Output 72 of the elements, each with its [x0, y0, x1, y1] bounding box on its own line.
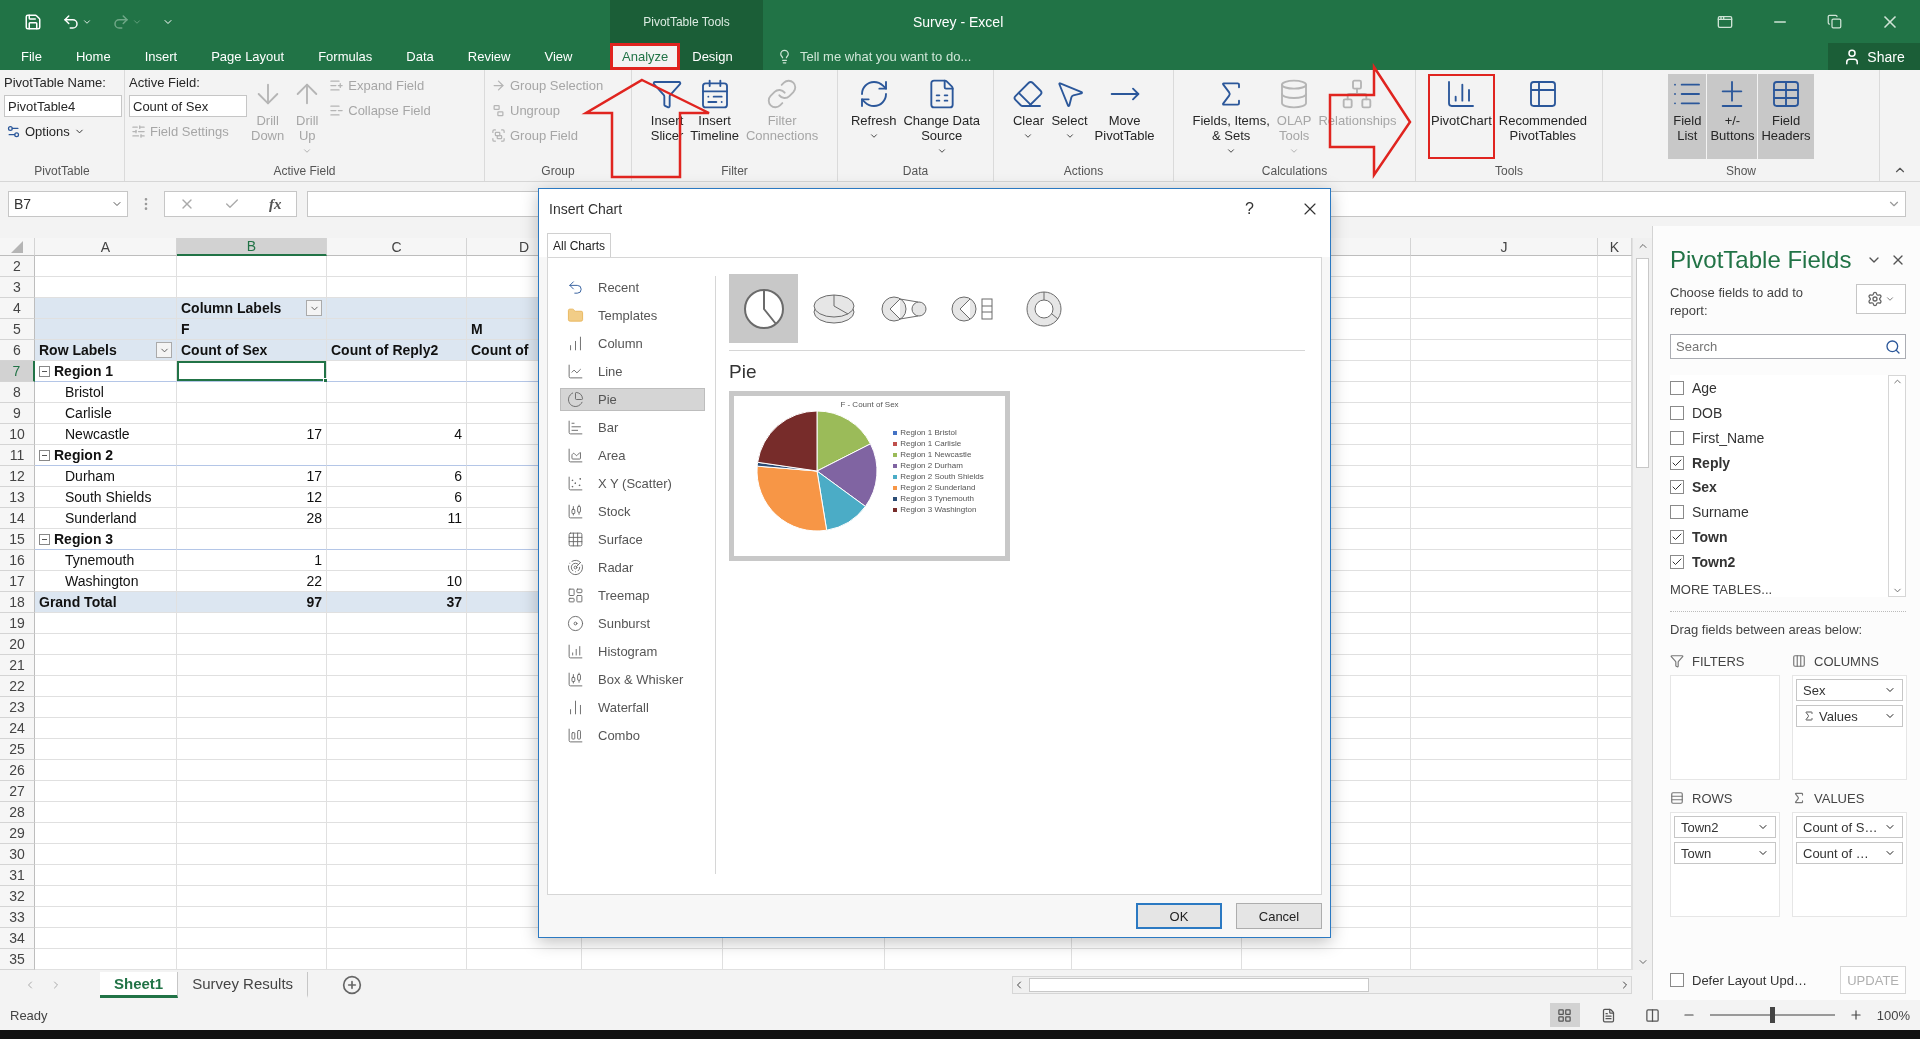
group-label: PivotTable: [33, 163, 91, 180]
table-cell: Newcastle: [35, 424, 177, 445]
table-cell: 97: [177, 592, 327, 613]
table-cell: South Shields: [35, 487, 177, 508]
group-label: Calculations: [1260, 163, 1329, 180]
table-cell: F: [177, 319, 327, 340]
chart-type-heading: Pie: [729, 361, 758, 383]
table-cell: 28: [177, 508, 327, 529]
field-name: Sex: [1692, 479, 1717, 496]
table-cell: Region 1: [35, 361, 177, 382]
table-cell: 12: [177, 487, 327, 508]
group-label: Filter: [720, 163, 749, 180]
field-name: Town: [1692, 528, 1728, 545]
chart-title: F - Count of Sex: [840, 400, 899, 409]
table-cell: Column Labels: [177, 298, 327, 319]
table-cell: 4: [327, 424, 467, 445]
table-cell: 17: [177, 424, 327, 445]
status-text: Ready: [10, 1007, 48, 1023]
drag-hint: Drag fields between areas below:: [1670, 622, 1864, 637]
table-cell: Region 2: [35, 445, 177, 466]
zoom-level: 100%: [1876, 1007, 1910, 1023]
field-name: DOB: [1692, 405, 1723, 422]
table-cell: Count of Sex: [177, 340, 327, 361]
field-label: PivotTable Name:: [4, 74, 107, 92]
legend-label: Region 3 Tynemouth: [900, 494, 974, 503]
legend-label: Region 2 Durham: [900, 461, 963, 470]
table-cell: 11: [327, 508, 467, 529]
group-label: Tools: [1494, 163, 1524, 180]
area-title: FILTERS: [1692, 653, 1745, 669]
table-cell: 6: [327, 466, 467, 487]
table-cell: Grand Total: [35, 592, 177, 613]
table-cell: Washington: [35, 571, 177, 592]
pane-title: PivotTable Fields: [1670, 246, 1852, 274]
group-label: Show: [1725, 163, 1757, 180]
table-cell: 22: [177, 571, 327, 592]
legend-label: Region 1 Newcastle: [900, 450, 972, 459]
group-label: Data: [901, 163, 930, 180]
field-name: Town2: [1692, 553, 1736, 570]
table-cell: Sunderland: [35, 508, 177, 529]
legend-label: Region 2 South Shields: [900, 472, 984, 481]
table-cell: Row Labels: [35, 340, 177, 361]
dialog-title: Insert Chart: [549, 201, 623, 217]
checkbox-label: Defer Layout Upd…: [1692, 972, 1807, 988]
table-cell: Region 3: [35, 529, 177, 550]
legend-label: Region 1 Bristol: [900, 428, 957, 437]
table-cell: Tynemouth: [35, 550, 177, 571]
table-cell: 1: [177, 550, 327, 571]
legend-label: Region 2 Sunderland: [900, 483, 976, 492]
window-title: Survey - Excel: [913, 12, 1004, 32]
table-cell: Bristol: [35, 382, 177, 403]
field-name: First_Name: [1692, 429, 1765, 446]
table-cell: 6: [327, 487, 467, 508]
area-title: COLUMNS: [1814, 653, 1879, 669]
contextual-tab-label: PivotTable Tools: [610, 0, 763, 43]
table-cell: Durham: [35, 466, 177, 487]
field-label: Active Field:: [129, 74, 201, 92]
field-name: Surname: [1692, 504, 1749, 521]
table-cell: Count of Reply2: [327, 340, 467, 361]
table-cell: 10: [327, 571, 467, 592]
field-name: Reply: [1692, 454, 1731, 471]
group-label: Active Field: [272, 163, 337, 180]
table-cell: Carlisle: [35, 403, 177, 424]
legend-label: Region 1 Carlisle: [900, 439, 962, 448]
group-label: Group: [540, 163, 576, 180]
area-title: ROWS: [1692, 790, 1733, 806]
field-name: Age: [1692, 380, 1717, 397]
table-cell: 37: [327, 592, 467, 613]
table-cell: 17: [177, 466, 327, 487]
group-label: Actions: [1062, 163, 1105, 180]
legend-label: Region 3 Washington: [900, 505, 977, 514]
area-title: VALUES: [1814, 790, 1865, 806]
instruction-text: Choose fields to add to report:: [1670, 284, 1804, 320]
